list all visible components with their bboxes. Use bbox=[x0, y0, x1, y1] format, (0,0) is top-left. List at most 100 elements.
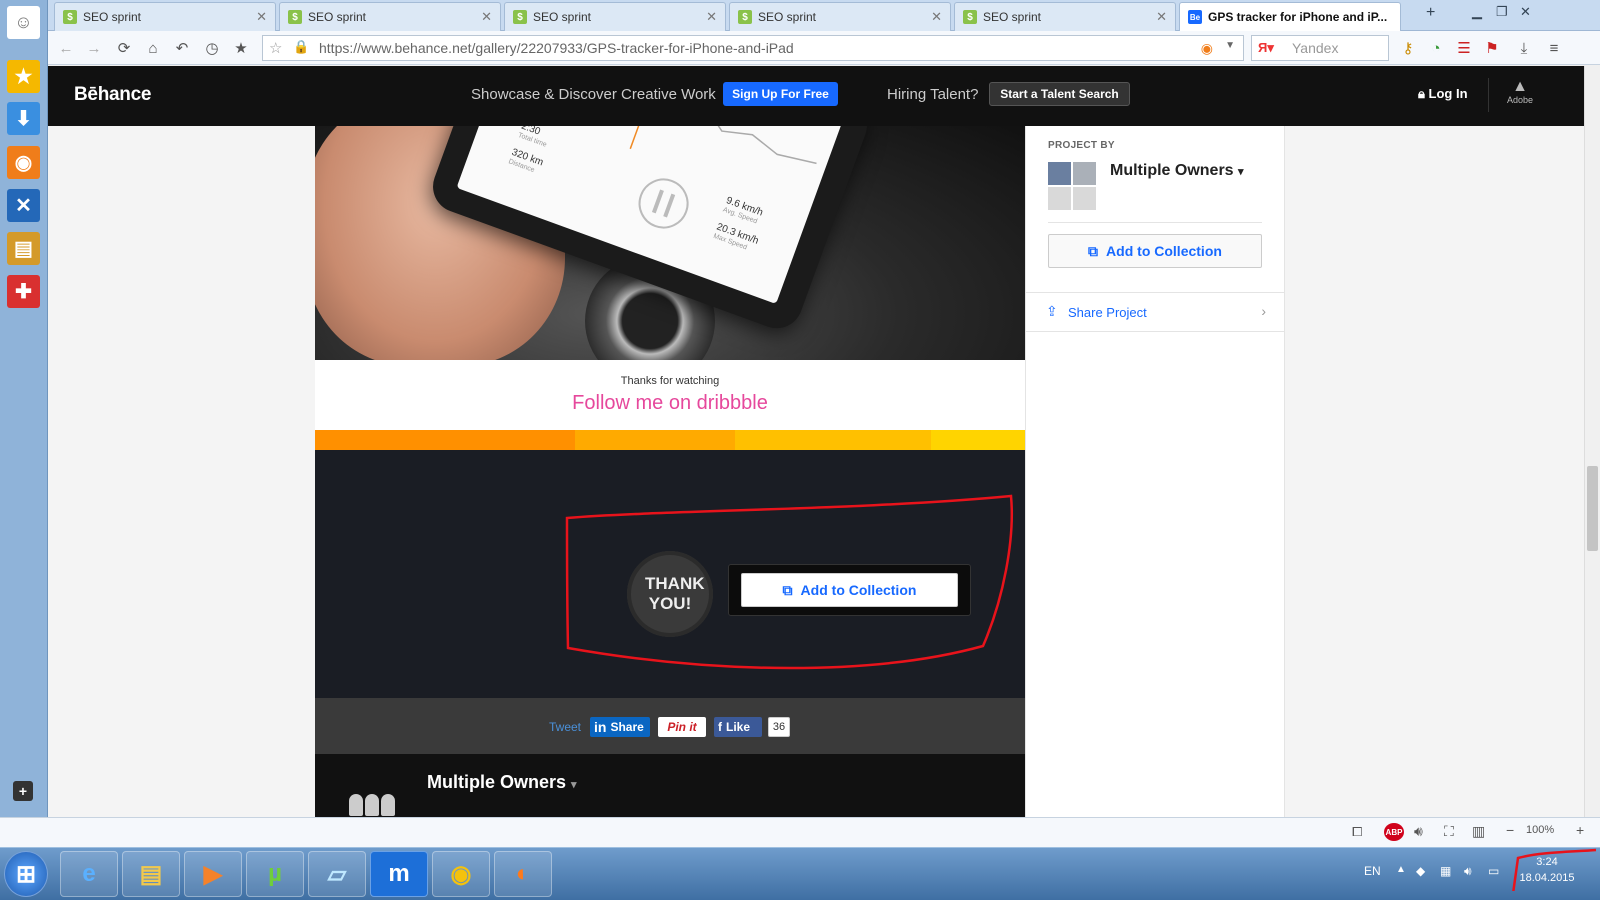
thank-you-panel: THANK YOU! ⧉ Add to Collection bbox=[315, 450, 1025, 698]
close-tab-icon[interactable]: ✕ bbox=[481, 9, 492, 25]
linkedin-share-button[interactable]: in Share bbox=[590, 717, 650, 737]
show-hidden-icons-icon[interactable]: ▲ bbox=[1396, 864, 1406, 875]
new-tab-icon[interactable]: + bbox=[1426, 4, 1435, 22]
address-bar[interactable]: ☆ 🔒 https://www.behance.net/gallery/2220… bbox=[262, 35, 1244, 61]
menu-icon[interactable]: ≡ bbox=[1544, 38, 1564, 58]
add-panel-icon[interactable]: + bbox=[13, 781, 33, 801]
adobe-icon: ▲ bbox=[1512, 78, 1528, 95]
star-icon[interactable]: ★ bbox=[7, 60, 40, 93]
yandex-icon[interactable]: Я▾ bbox=[1258, 40, 1274, 56]
tweet-button[interactable]: Tweet bbox=[549, 717, 581, 737]
behance-logo[interactable]: Bēhance bbox=[74, 84, 151, 106]
close-tab-icon[interactable]: ✕ bbox=[706, 9, 717, 25]
search-input[interactable]: Я▾ Yandex bbox=[1251, 35, 1389, 61]
adobe-logo[interactable]: ▲ Adobe bbox=[1506, 78, 1534, 105]
seo-sprint-favicon-icon: $ bbox=[63, 10, 77, 24]
tagline: Showcase & Discover Creative Work bbox=[471, 86, 716, 103]
utorrent-icon[interactable]: µ bbox=[246, 851, 304, 897]
downloads-icon[interactable]: ⤓ bbox=[1514, 38, 1534, 58]
browser-tab[interactable]: $ SEO sprint ✕ bbox=[504, 2, 726, 31]
speaker-icon[interactable]: 🔊︎ bbox=[1464, 864, 1472, 879]
notes-icon[interactable]: ▤ bbox=[7, 232, 40, 265]
seo-sprint-favicon-icon: $ bbox=[963, 10, 977, 24]
speed-dial-icon[interactable]: ⧠ bbox=[1352, 824, 1362, 840]
toolbar-extension-icon[interactable]: ☰ bbox=[1454, 38, 1474, 58]
seo-sprint-favicon-icon: $ bbox=[513, 10, 527, 24]
media-player-icon[interactable]: ▶ bbox=[184, 851, 242, 897]
log-in-link[interactable]: 🔒︎ Log In bbox=[1418, 86, 1468, 102]
history-icon[interactable]: ◷ bbox=[202, 38, 222, 58]
notifications-icon[interactable]: ⚑ bbox=[1482, 38, 1502, 58]
seo-sprint-favicon-icon: $ bbox=[738, 10, 752, 24]
action-center-icon[interactable]: ▭ bbox=[1488, 864, 1499, 878]
thanks-text: Thanks for watching bbox=[620, 375, 720, 387]
facebook-like-button[interactable]: f Like bbox=[714, 717, 762, 737]
pinterest-button[interactable]: Pin it bbox=[658, 717, 706, 737]
browser-tab[interactable]: $ SEO sprint ✕ bbox=[954, 2, 1176, 31]
internet-explorer-icon[interactable]: e bbox=[60, 851, 118, 897]
clock[interactable]: 3:24 18.04.2015 bbox=[1512, 854, 1582, 886]
page-scrollbar[interactable] bbox=[1584, 66, 1600, 842]
chrome-icon[interactable]: ◉ bbox=[432, 851, 490, 897]
tools-icon[interactable]: ✕ bbox=[7, 189, 40, 222]
multiple-owners-dropdown[interactable]: Multiple Owners ▾ bbox=[1110, 162, 1244, 180]
adblock-icon[interactable]: ABP bbox=[1384, 823, 1404, 841]
scrollbar-thumb[interactable] bbox=[1587, 466, 1598, 551]
browser-tab[interactable]: $ SEO sprint ✕ bbox=[729, 2, 951, 31]
rss-feed-icon[interactable]: ◉ bbox=[1201, 40, 1213, 57]
chevron-right-icon: › bbox=[1261, 303, 1266, 319]
key-icon[interactable]: ⚷ bbox=[1398, 38, 1418, 58]
gamepad-icon[interactable]: ✚ bbox=[7, 275, 40, 308]
fullscreen-icon[interactable]: ⛶ bbox=[1444, 823, 1454, 840]
browser-tab-active[interactable]: Be GPS tracker for iPhone and iP... bbox=[1179, 2, 1401, 31]
network-icon[interactable]: ▦ bbox=[1440, 864, 1451, 878]
language-indicator[interactable]: EN bbox=[1364, 864, 1381, 878]
close-tab-icon[interactable]: ✕ bbox=[1156, 9, 1167, 25]
zoom-out-icon[interactable]: − bbox=[1506, 822, 1514, 838]
bookmarks-star-icon[interactable]: ★ bbox=[231, 38, 251, 58]
browser-tab[interactable]: $ SEO sprint ✕ bbox=[279, 2, 501, 31]
zoom-level[interactable]: 100% bbox=[1526, 824, 1554, 836]
undo-close-icon[interactable]: ↶ bbox=[172, 38, 192, 58]
sidebar-add-to-collection-button[interactable]: ⧉ Add to Collection bbox=[1048, 234, 1262, 268]
smiley-icon[interactable]: ☺ bbox=[7, 6, 40, 39]
url-text: https://www.behance.net/gallery/22207933… bbox=[319, 40, 794, 56]
start-button[interactable]: ⊞ bbox=[4, 851, 48, 897]
rss-icon[interactable]: ◉ bbox=[7, 146, 40, 179]
split-view-icon[interactable]: ▥ bbox=[1472, 823, 1485, 840]
url-dropdown-icon[interactable]: ▼ bbox=[1225, 40, 1235, 51]
tray-app-icon[interactable]: ◆ bbox=[1416, 864, 1425, 878]
owners-title[interactable]: Multiple Owners ▾ bbox=[427, 772, 577, 793]
navigation-bar: ← → ⟳ ⌂ ↶ ◷ ★ ☆ 🔒 https://www.behance.ne… bbox=[48, 31, 1600, 65]
avatar[interactable] bbox=[1048, 162, 1071, 185]
reload-icon[interactable]: ⟳ bbox=[114, 38, 134, 58]
vpn-icon[interactable]: ◔ bbox=[1426, 38, 1446, 58]
minimize-icon[interactable]: ▁ bbox=[1472, 4, 1482, 20]
talent-search-button[interactable]: Start a Talent Search bbox=[989, 82, 1130, 106]
close-tab-icon[interactable]: ✕ bbox=[931, 9, 942, 25]
color-stripe bbox=[315, 430, 1025, 450]
linkedin-icon: in bbox=[594, 719, 607, 735]
sign-up-button[interactable]: Sign Up For Free bbox=[723, 82, 838, 106]
home-icon[interactable]: ⌂ bbox=[143, 38, 163, 58]
download-icon[interactable]: ⬇ bbox=[7, 102, 40, 135]
restore-icon[interactable]: ❐ bbox=[1496, 4, 1508, 20]
forward-icon[interactable]: → bbox=[84, 38, 104, 58]
bookmark-page-icon[interactable]: ☆ bbox=[269, 39, 282, 57]
back-icon[interactable]: ← bbox=[56, 38, 76, 58]
share-project-row[interactable]: ⇪ Share Project › bbox=[1026, 292, 1284, 332]
close-window-icon[interactable]: ✕ bbox=[1520, 4, 1531, 20]
add-to-collection-button[interactable]: ⧉ Add to Collection bbox=[741, 573, 958, 607]
maxthon-icon[interactable]: m bbox=[370, 851, 428, 897]
avatar[interactable] bbox=[1073, 162, 1096, 185]
volume-icon[interactable]: 🔊︎ bbox=[1414, 823, 1423, 840]
notes-app-icon[interactable]: ▱ bbox=[308, 851, 366, 897]
zoom-in-icon[interactable]: + bbox=[1576, 822, 1584, 838]
project-sidebar: PROJECT BY Multiple Owners ▾ ⧉ Add to Co… bbox=[1025, 126, 1285, 842]
owner-avatars[interactable] bbox=[1048, 162, 1096, 210]
dribbble-link[interactable]: Follow me on dribbble bbox=[315, 392, 1025, 415]
close-tab-icon[interactable]: ✕ bbox=[256, 9, 267, 25]
file-explorer-icon[interactable]: ▤ bbox=[122, 851, 180, 897]
browser-tab[interactable]: $ SEO sprint ✕ bbox=[54, 2, 276, 31]
firefox-icon[interactable]: ◐ bbox=[494, 851, 552, 897]
